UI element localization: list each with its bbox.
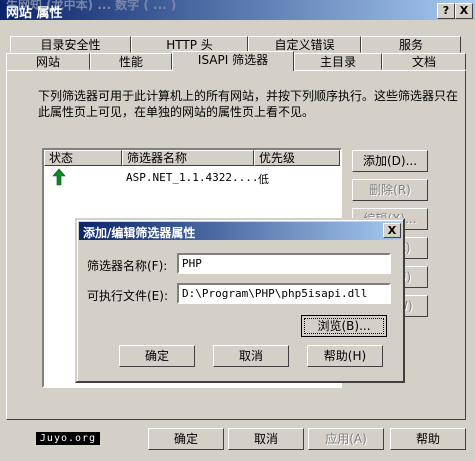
tab-isapi-filters[interactable]: ISAPI 筛选器 — [172, 51, 294, 71]
help-title-button[interactable]: ? — [437, 3, 455, 19]
tab-directory-security[interactable]: 目录安全性 — [10, 36, 131, 53]
column-header-priority[interactable]: 优先级 — [254, 150, 340, 166]
dialog-title: 添加/编辑筛选器属性 — [83, 226, 196, 240]
executable-label: 可执行文件(E): — [87, 289, 168, 303]
remove-filter-button[interactable]: 删除(R) — [352, 179, 428, 201]
executable-input[interactable]: D:\Program\PHP\php5isapi.dll — [177, 283, 391, 304]
dialog-help-button[interactable]: 帮助(H) — [307, 345, 383, 367]
dialog-cancel-button[interactable]: 取消 — [213, 345, 289, 367]
description-text: 下列筛选器可用于此计算机上的所有网站，并按下列顺序执行。这些筛选器只在此属性页上… — [38, 89, 459, 119]
filter-properties-dialog: 添加/编辑筛选器属性 X 筛选器名称(F): PHP 可执行文件(E): D:\… — [75, 218, 405, 383]
tab-performance[interactable]: 性能 — [90, 53, 172, 70]
dialog-close-button[interactable]: X — [383, 223, 401, 238]
apply-button[interactable]: 应用(A) — [308, 428, 384, 450]
tab-documents[interactable]: 文档 — [382, 53, 466, 70]
dialog-titlebar: 添加/编辑筛选器属性 X — [79, 222, 401, 240]
browse-button[interactable]: 浏览(B)... — [301, 315, 387, 337]
window-titlebar: 生网知 (龙中本) ... 数字 ( ... ) 网站 属性 ? X — [0, 0, 475, 21]
window-title: 网站 属性 — [6, 6, 63, 21]
help-button[interactable]: 帮助 — [390, 428, 466, 450]
ok-button[interactable]: 确定 — [148, 428, 224, 450]
juyo-logo: Juyo.org — [36, 432, 100, 445]
table-row[interactable]: ASP.NET_1.1.4322.... 低 — [44, 168, 340, 186]
column-header-status[interactable]: 状态 — [44, 150, 122, 166]
dialog-ok-button[interactable]: 确定 — [119, 345, 195, 367]
filter-name-label: 筛选器名称(F): — [87, 259, 168, 273]
filter-name-input[interactable]: PHP — [177, 253, 391, 274]
close-title-button[interactable]: X — [455, 3, 473, 19]
cancel-button[interactable]: 取消 — [228, 428, 304, 450]
tab-website[interactable]: 网站 — [6, 53, 90, 70]
filter-priority-cell: 低 — [258, 173, 269, 186]
tab-service[interactable]: 服务 — [361, 36, 461, 53]
filter-name-cell: ASP.NET_1.1.4322.... — [126, 171, 259, 184]
column-header-name[interactable]: 筛选器名称 — [122, 150, 254, 166]
add-filter-button[interactable]: 添加(D)... — [352, 150, 428, 172]
tab-home-directory[interactable]: 主目录 — [294, 53, 382, 70]
green-up-arrow-icon — [52, 168, 66, 186]
